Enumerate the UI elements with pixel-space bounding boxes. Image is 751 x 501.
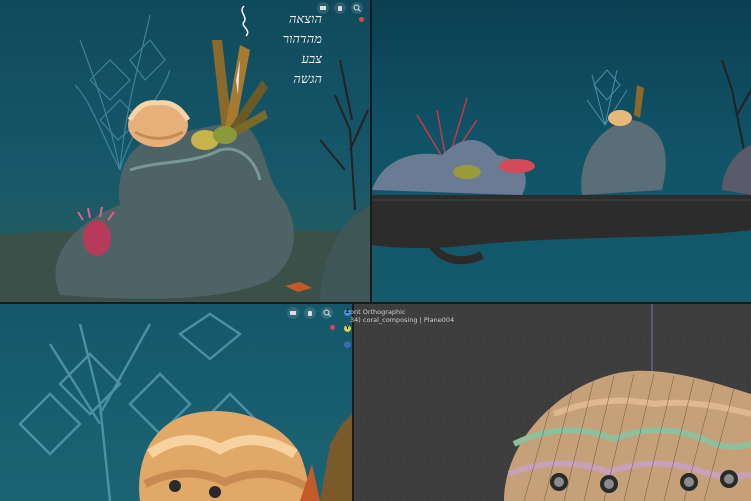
hand-pan-icon[interactable] xyxy=(304,307,316,319)
note-line: הוצאה xyxy=(288,12,322,27)
stroke-icon xyxy=(241,5,249,37)
clam-coral xyxy=(127,100,191,147)
hand-pan-icon[interactable] xyxy=(334,2,346,14)
axis-y-icon[interactable]: Y xyxy=(344,325,351,332)
camera-icon[interactable] xyxy=(317,2,329,14)
record-icon[interactable] xyxy=(359,17,364,22)
handwritten-notes: הוצאה מהדהור צבע הגשה xyxy=(262,10,322,90)
axis-z-icon[interactable]: Z xyxy=(344,309,351,316)
viewport-header: ont Orthographic 34) coral_composing | P… xyxy=(344,308,454,324)
orthographic-grid-view xyxy=(354,304,751,501)
viewport-top-right[interactable] xyxy=(372,0,751,302)
clam-coral xyxy=(139,410,310,501)
ground-plane xyxy=(372,195,751,249)
object-label: 34) coral_composing | Plane004 xyxy=(350,316,455,324)
view-label: ont Orthographic xyxy=(350,308,406,316)
leaf-coral xyxy=(212,40,268,135)
camera-icon[interactable] xyxy=(287,307,299,319)
rock-formation xyxy=(55,123,294,299)
viewport-bottom-right[interactable] xyxy=(354,304,751,501)
zoom-icon[interactable] xyxy=(321,307,333,319)
record-icon[interactable] xyxy=(330,325,335,330)
note-line: צבע xyxy=(301,52,322,67)
branch-coral xyxy=(319,59,369,211)
zoom-icon[interactable] xyxy=(351,2,363,14)
viewport-bottom-left[interactable] xyxy=(0,304,352,501)
viewport-nav-tools xyxy=(317,2,363,14)
axis-x-icon[interactable] xyxy=(344,341,351,348)
scene-render-bottom-left xyxy=(18,312,352,501)
note-line: מהדהור xyxy=(282,32,322,47)
viewport-nav-tools xyxy=(287,307,333,319)
viewport-top-left[interactable]: הוצאה מהדהור צבע הגשה xyxy=(0,0,370,302)
note-line: הגשה xyxy=(293,72,322,87)
scene-render-top-right xyxy=(372,59,751,265)
